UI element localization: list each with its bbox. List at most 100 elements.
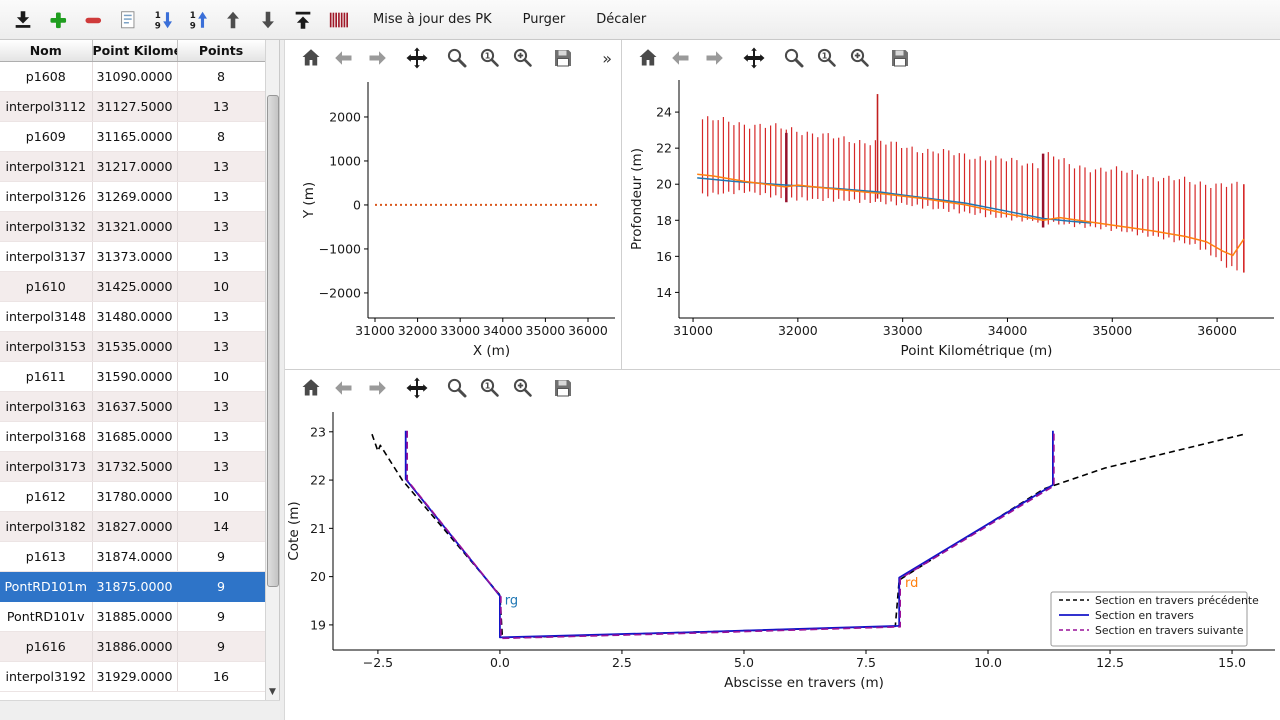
svg-text:1: 1 (822, 52, 828, 61)
save-button[interactable] (551, 376, 575, 400)
home-button[interactable] (299, 46, 323, 70)
table-row[interactable]: interpol313231321.000013 (0, 212, 265, 242)
cell-points: 13 (177, 242, 265, 272)
home-button[interactable] (636, 46, 660, 70)
column-header-pk[interactable]: Point Kilométrique (92, 40, 177, 62)
scrollbar-thumb[interactable] (267, 95, 279, 587)
import-icon (12, 9, 34, 31)
pan-button[interactable] (405, 376, 429, 400)
table-row[interactable]: p160931165.00008 (0, 122, 265, 152)
remove-icon (82, 9, 104, 31)
column-header-points[interactable]: Points (177, 40, 265, 62)
table-row[interactable]: p161631886.00009 (0, 632, 265, 662)
cell-nom: interpol3132 (0, 212, 92, 242)
cell-pk: 31269.0000 (92, 182, 177, 212)
table-row[interactable]: p161131590.000010 (0, 362, 265, 392)
table-row[interactable]: interpol317331732.500013 (0, 452, 265, 482)
save-button[interactable] (888, 46, 912, 70)
export-button[interactable] (290, 7, 316, 33)
table-row[interactable]: interpol319231929.000016 (0, 662, 265, 692)
back-button[interactable] (669, 46, 693, 70)
table-row[interactable]: interpol312631269.000013 (0, 182, 265, 212)
profile-plot-canvas[interactable]: 3100032000330003400035000360001416182022… (622, 76, 1280, 370)
home-icon (299, 376, 323, 400)
section-plot-canvas[interactable]: −2.50.02.55.07.510.012.515.01920212223Ab… (285, 406, 1280, 706)
cell-points: 13 (177, 332, 265, 362)
forward-icon (365, 46, 389, 70)
table-row[interactable]: p161331874.00009 (0, 542, 265, 572)
save-icon (551, 376, 575, 400)
table-row[interactable]: interpol314831480.000013 (0, 302, 265, 332)
move-up-button[interactable] (220, 7, 246, 33)
table-row[interactable]: p161031425.000010 (0, 272, 265, 302)
cell-nom: p1613 (0, 542, 92, 572)
pan-icon (742, 46, 766, 70)
sort-ascending-button[interactable]: 19 (185, 7, 211, 33)
update-pk-button[interactable]: Mise à jour des PK (364, 8, 501, 31)
column-header-nom[interactable]: Nom (0, 40, 92, 62)
zoom-one-button[interactable]: 1 (815, 46, 839, 70)
table-scrollbar[interactable]: ▼ (265, 40, 279, 700)
table-row[interactable]: PontRD101v31885.00009 (0, 602, 265, 632)
table-row[interactable]: interpol318231827.000014 (0, 512, 265, 542)
back-button[interactable] (332, 376, 356, 400)
zoom-one-button[interactable]: 1 (478, 46, 502, 70)
toolbar-overflow-chevron[interactable]: » (602, 49, 612, 68)
annotation-rg: rg (505, 594, 518, 609)
back-icon (669, 46, 693, 70)
back-button[interactable] (332, 46, 356, 70)
table-row[interactable]: interpol311231127.500013 (0, 92, 265, 122)
scrollbar-down-icon[interactable]: ▼ (266, 685, 279, 699)
home-icon (299, 46, 323, 70)
purge-button[interactable]: Purger (514, 8, 575, 31)
zoom-plus-button[interactable] (848, 46, 872, 70)
remove-button[interactable] (80, 7, 106, 33)
cell-nom: interpol3126 (0, 182, 92, 212)
annotation-rd: rd (905, 576, 918, 591)
zoom-plus-button[interactable] (511, 376, 535, 400)
zoom-one-button[interactable]: 1 (478, 376, 502, 400)
move-down-button[interactable] (255, 7, 281, 33)
table-row[interactable]: interpol312131217.000013 (0, 152, 265, 182)
pan-button[interactable] (742, 46, 766, 70)
save-button[interactable] (551, 46, 575, 70)
zoom-button[interactable] (782, 46, 806, 70)
shift-button[interactable]: Décaler (587, 8, 655, 31)
trace-plot-canvas[interactable]: 310003200033000340003500036000−2000−1000… (285, 76, 622, 370)
zoom-button[interactable] (445, 376, 469, 400)
svg-text:0: 0 (353, 197, 361, 212)
table-row[interactable]: PontRD101m31875.00009 (0, 572, 265, 602)
sections-table: Nom Point Kilométrique Points p160831090… (0, 40, 266, 692)
forward-button[interactable] (365, 46, 389, 70)
forward-button[interactable] (702, 46, 726, 70)
table-row[interactable]: p161231780.000010 (0, 482, 265, 512)
table-row[interactable]: interpol315331535.000013 (0, 332, 265, 362)
cell-pk: 31480.0000 (92, 302, 177, 332)
home-button[interactable] (299, 376, 323, 400)
pan-button[interactable] (405, 46, 429, 70)
table-row[interactable]: p160831090.00008 (0, 62, 265, 92)
sort-descending-button[interactable]: 19 (150, 7, 176, 33)
import-button[interactable] (10, 7, 36, 33)
svg-text:2.5: 2.5 (612, 655, 632, 670)
table-row[interactable]: interpol316331637.500013 (0, 392, 265, 422)
forward-button[interactable] (365, 376, 389, 400)
cell-pk: 31827.0000 (92, 512, 177, 542)
zoom-plus-button[interactable] (511, 46, 535, 70)
edit-button[interactable] (115, 7, 141, 33)
cell-pk: 31929.0000 (92, 662, 177, 692)
zoom-icon (782, 46, 806, 70)
table-row[interactable]: interpol316831685.000013 (0, 422, 265, 452)
cell-points: 13 (177, 452, 265, 482)
cell-nom: p1609 (0, 122, 92, 152)
add-button[interactable] (45, 7, 71, 33)
zoom-icon (445, 46, 469, 70)
zoom-button[interactable] (445, 46, 469, 70)
forward-icon (702, 46, 726, 70)
main-toolbar: 19 19 Mise à jour des PK Purger Décaler (0, 0, 1280, 40)
svg-text:34000: 34000 (988, 323, 1028, 338)
zoom-one-icon: 1 (815, 46, 839, 70)
update-sections-icon (327, 9, 349, 31)
update-sections-button[interactable] (325, 7, 351, 33)
table-row[interactable]: interpol313731373.000013 (0, 242, 265, 272)
